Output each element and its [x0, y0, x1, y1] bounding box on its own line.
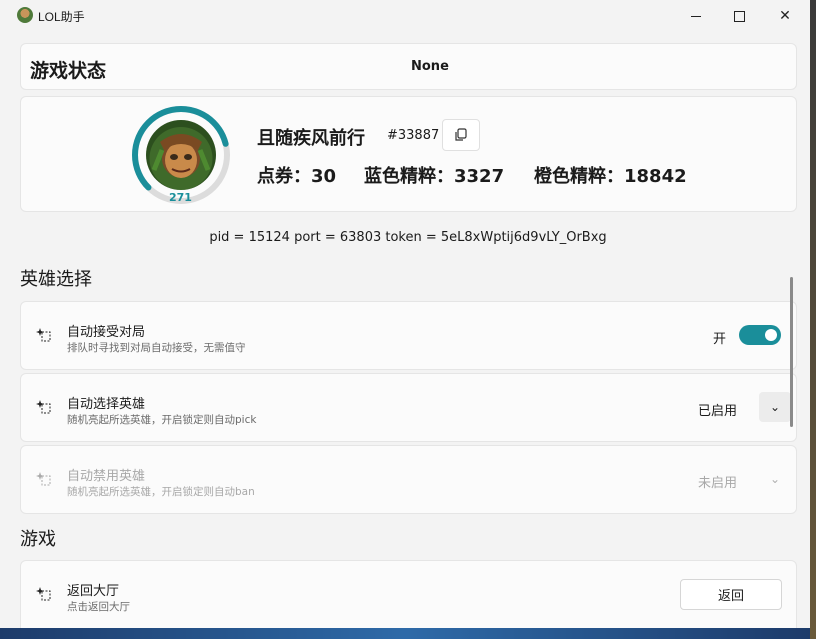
- maximize-icon: [733, 10, 745, 22]
- chevron-down-icon: ⌄: [769, 472, 781, 486]
- auto-ban-desc: 随机亮起所选英雄，开启锁定则自动ban: [67, 486, 255, 498]
- game-status-card: 游戏状态 None: [20, 43, 797, 90]
- champ-select-section-title: 英雄选择: [20, 269, 92, 290]
- blue-essence-value: 3327: [454, 166, 505, 187]
- blue-essence-label: 蓝色精粹：: [364, 166, 454, 187]
- game-status-value: None: [411, 59, 449, 74]
- game-section-title: 游戏: [20, 529, 56, 550]
- app-title: LOL助手: [38, 10, 85, 24]
- summoner-tag: #33887: [387, 128, 440, 143]
- minimize-icon: [691, 15, 701, 17]
- auto-ban-setting: 自动禁用英雄 随机亮起所选英雄，开启锁定则自动ban 未启用 ⌄: [20, 445, 797, 514]
- desktop-background-edge: [810, 0, 816, 639]
- app-logo-icon: [17, 7, 33, 23]
- back-to-lobby-setting: 返回大厅 点击返回大厅 返回: [20, 560, 797, 637]
- desktop-background-strip: [0, 628, 810, 639]
- title-bar[interactable]: LOL助手 ✕: [0, 0, 810, 32]
- back-to-lobby-button[interactable]: 返回: [680, 579, 782, 610]
- back-to-lobby-title: 返回大厅: [67, 584, 120, 599]
- auto-accept-title: 自动接受对局: [67, 325, 146, 340]
- sparkle-icon: [36, 400, 51, 414]
- back-to-lobby-desc: 点击返回大厅: [67, 601, 130, 613]
- copy-icon: [455, 128, 467, 141]
- scrollbar[interactable]: [790, 277, 793, 427]
- minimize-button[interactable]: [673, 0, 719, 32]
- game-status-title: 游戏状态: [30, 60, 107, 82]
- close-button[interactable]: ✕: [762, 0, 808, 32]
- auto-pick-setting: 自动选择英雄 随机亮起所选英雄，开启锁定则自动pick 已启用 ⌄: [20, 373, 797, 442]
- summoner-level: 271: [169, 191, 192, 204]
- auto-accept-setting: 自动接受对局 排队时寻找到对局自动接受，无需值守 开: [20, 301, 797, 370]
- auto-pick-expand-button[interactable]: ⌄: [759, 392, 791, 422]
- blue-essence-stat: 蓝色精粹：3327: [364, 162, 504, 188]
- auto-ban-state: 未启用: [698, 476, 738, 491]
- profile-card: 271 且随疾风前行 #33887 点券：30 蓝色精粹：3327 橙色精粹：1…: [20, 96, 797, 212]
- summoner-name: 且随疾风前行: [257, 128, 365, 149]
- sparkle-icon: [36, 472, 51, 486]
- sparkle-icon: [36, 328, 51, 342]
- auto-pick-desc: 随机亮起所选英雄，开启锁定则自动pick: [67, 414, 257, 426]
- rp-value: 30: [311, 166, 337, 187]
- close-icon: ✕: [779, 8, 791, 24]
- auto-pick-title: 自动选择英雄: [67, 397, 146, 412]
- auto-pick-state: 已启用: [698, 404, 738, 419]
- maximize-button[interactable]: [716, 0, 762, 32]
- auto-accept-desc: 排队时寻找到对局自动接受，无需值守: [67, 342, 246, 354]
- copy-name-button[interactable]: [442, 119, 480, 151]
- rp-stat: 点券：30: [257, 162, 336, 188]
- summoner-avatar: [146, 120, 216, 190]
- orange-essence-stat: 橙色精粹：18842: [534, 162, 687, 188]
- auto-ban-expand-button[interactable]: ⌄: [759, 464, 791, 494]
- toggle-knob: [765, 329, 777, 341]
- avatar-image: [151, 134, 211, 178]
- connection-info: pid = 15124 port = 63803 token = 5eL8xWp…: [209, 230, 607, 245]
- sparkle-icon: [36, 587, 51, 601]
- auto-ban-title: 自动禁用英雄: [67, 469, 146, 484]
- auto-accept-toggle[interactable]: [739, 325, 781, 345]
- orange-essence-value: 18842: [624, 166, 687, 187]
- rp-label: 点券：: [257, 166, 311, 187]
- orange-essence-label: 橙色精粹：: [534, 166, 624, 187]
- app-window: LOL助手 ✕ 游戏状态 None 271 且随疾风前行 #33887 点券：3…: [0, 0, 811, 639]
- chevron-down-icon: ⌄: [769, 400, 781, 414]
- auto-accept-state: 开: [713, 332, 727, 347]
